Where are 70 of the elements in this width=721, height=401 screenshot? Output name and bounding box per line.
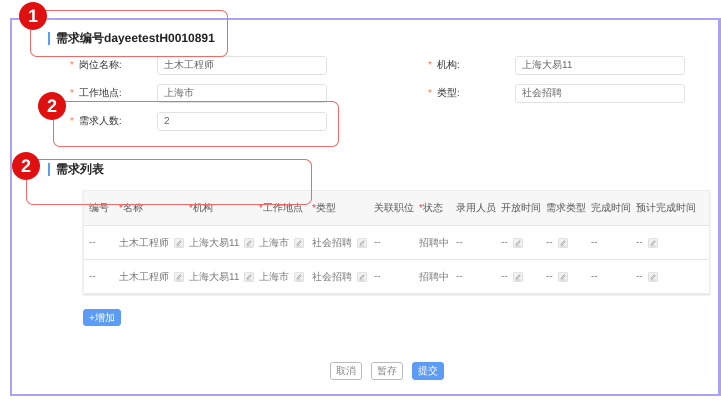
action-button[interactable]: 暂存 (371, 362, 403, 380)
edit-icon[interactable] (512, 238, 523, 248)
table-cell-text: 上海大易11 (189, 236, 240, 250)
required-mark: * (419, 202, 423, 214)
table-cell-text: 招聘中 (419, 270, 449, 284)
edit-icon[interactable] (174, 272, 184, 282)
table-cell: -- (374, 271, 381, 282)
edit-icon[interactable] (174, 238, 184, 248)
column-header: 关联职位 (374, 202, 414, 215)
required-mark: * (312, 202, 316, 214)
table-cell-text: 社会招聘 (312, 236, 352, 250)
column-header: 需求类型 (546, 202, 586, 215)
required-mark: * (428, 88, 432, 98)
input-field[interactable]: 上海大易11 (515, 56, 685, 74)
edit-icon[interactable] (648, 272, 658, 282)
table-cell: -- (636, 271, 643, 282)
input-field[interactable]: 2 (157, 112, 327, 130)
table-cell: -- (591, 237, 598, 248)
edit-icon[interactable] (294, 272, 304, 282)
input-field[interactable]: 上海市 (157, 84, 327, 102)
field-label: 类型: (436, 86, 460, 100)
required-mark: * (70, 60, 74, 70)
table-cell: -- (546, 237, 553, 248)
field-label: 工作地点: (78, 86, 122, 100)
table-cell-text: 社会招聘 (312, 270, 352, 284)
table-cell: -- (456, 237, 463, 248)
edit-icon[interactable] (558, 238, 568, 248)
page-title: 需求编号dayeetestH0010891 (56, 30, 215, 46)
table-cell: -- (591, 271, 598, 282)
table-cell: -- (456, 271, 463, 282)
input-field[interactable]: 土木工程师 (157, 56, 327, 74)
required-mark: * (70, 88, 74, 98)
table-cell-text: 上海市 (259, 270, 289, 284)
table-cell: -- (89, 237, 96, 248)
callout-number: 1 (19, 2, 47, 30)
table-cell-text: 土木工程师 (119, 236, 169, 250)
input-field[interactable]: 社会招聘 (515, 84, 685, 102)
table-cell-text: 上海市 (259, 236, 289, 250)
column-header: 录用人员 (456, 202, 496, 215)
field-label: 机构: (436, 58, 460, 72)
edit-icon[interactable] (512, 272, 523, 282)
column-header: 开放时间 (501, 202, 541, 215)
edit-icon[interactable] (558, 272, 568, 282)
table-cell-text: 土木工程师 (119, 270, 169, 284)
callout-number: 2 (12, 152, 40, 180)
action-button[interactable]: 取消 (330, 362, 362, 380)
callout-number: 2 (38, 92, 66, 120)
field-label: 需求人数: (78, 114, 122, 128)
edit-icon[interactable] (244, 272, 254, 282)
edit-icon[interactable] (244, 238, 254, 248)
section-title: 需求列表 (56, 160, 104, 178)
required-mark: * (70, 116, 74, 126)
column-header: 类型 (316, 202, 336, 215)
table-cell: -- (636, 237, 643, 248)
table-cell: -- (374, 237, 381, 248)
table-cell: -- (501, 271, 508, 282)
column-header: 完成时间 (591, 202, 631, 215)
required-mark: * (428, 60, 432, 70)
edit-icon[interactable] (357, 238, 367, 248)
field-label: 岗位名称: (78, 58, 122, 72)
edit-icon[interactable] (357, 272, 367, 282)
edit-icon[interactable] (648, 238, 658, 248)
column-header: 状态 (422, 202, 443, 215)
table-cell: -- (546, 271, 553, 282)
edit-icon[interactable] (294, 238, 304, 248)
table-cell-text: 招聘中 (419, 236, 449, 250)
table-cell-text: 上海大易11 (189, 270, 240, 284)
column-header: 预计完成时间 (636, 202, 696, 215)
table-cell: -- (501, 237, 508, 248)
table-cell: -- (89, 271, 96, 282)
